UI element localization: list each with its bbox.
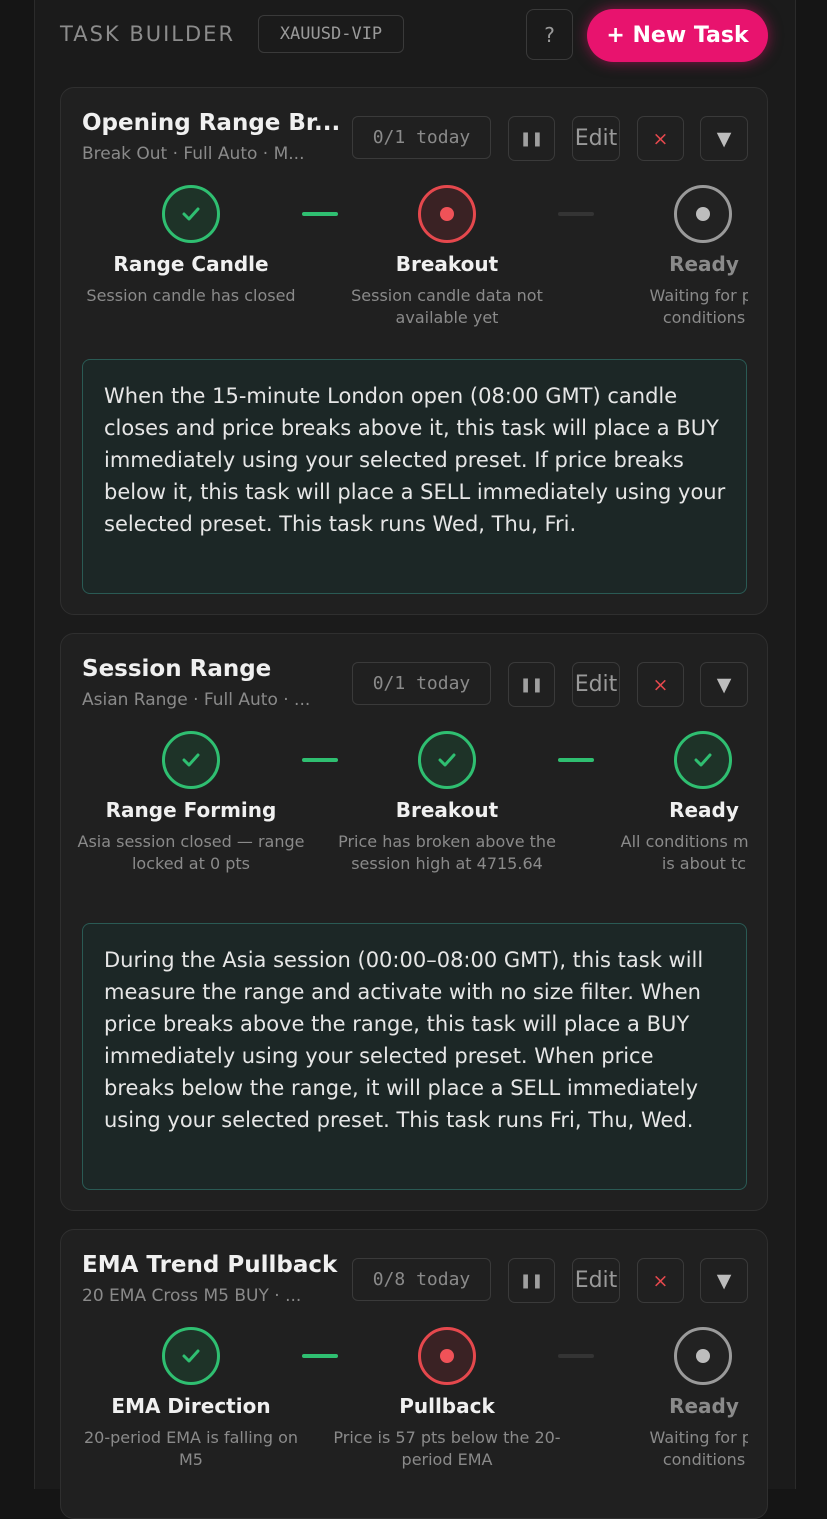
step-description: Session candle has closed — [86, 286, 296, 305]
symbol-badge: XAUUSD-VIP — [258, 15, 404, 53]
step-3-pending-icon — [674, 1327, 732, 1385]
pause-button[interactable]: ❚❚ — [508, 662, 555, 707]
task-subtitle: Break Out · Full Auto · M... — [82, 144, 305, 164]
step-label: Pullback — [399, 1394, 495, 1418]
step-1-check-icon — [162, 185, 220, 243]
task-subtitle: 20 EMA Cross M5 BUY · ... — [82, 1286, 302, 1306]
step-connector — [558, 1354, 594, 1358]
step-1-check-icon — [162, 731, 220, 789]
step-label: Range Candle — [113, 252, 269, 276]
task-subtitle: Asian Range · Full Auto · ... — [82, 690, 311, 710]
step-description: Waiting for pr conditions — [649, 286, 748, 327]
step-3-clip: Ready Waiting for pr conditions — [632, 252, 748, 332]
step-2-active-icon — [418, 1327, 476, 1385]
pause-button[interactable]: ❚❚ — [508, 1258, 555, 1303]
help-button[interactable]: ? — [526, 9, 573, 60]
step-label: Ready — [669, 252, 739, 276]
delete-button[interactable]: × — [637, 1258, 684, 1303]
step-3-check-icon — [674, 731, 732, 789]
step-3-pending-icon — [674, 185, 732, 243]
step-description: Asia session closed — range locked at 0 … — [77, 832, 305, 873]
step-description: Waiting for pr conditions — [649, 1428, 748, 1469]
step-description: Session candle data not available yet — [351, 286, 543, 327]
task-card-session-range: Session Range Asian Range · Full Auto · … — [60, 633, 768, 1211]
delete-button[interactable]: × — [637, 662, 684, 707]
task-card-opening-range: Opening Range Br... Break Out · Full Aut… — [60, 87, 768, 615]
edit-button[interactable]: Edit — [572, 116, 620, 161]
step-label: Breakout — [395, 798, 499, 822]
step-2-active-icon — [418, 185, 476, 243]
header: TASK BUILDER XAUUSD-VIP ? + New Task — [0, 0, 827, 80]
step-connector — [558, 212, 594, 216]
step-3-clip: Ready All conditions m task is about tc — [615, 798, 748, 878]
pause-icon: ❚❚ — [519, 130, 544, 147]
step-description: 20-period EMA is falling on M5 — [83, 1428, 299, 1469]
daily-counter: 0/1 today — [352, 116, 491, 159]
expand-button[interactable]: ▼ — [700, 1258, 748, 1303]
task-description: During the Asia session (00:00–08:00 GMT… — [82, 923, 747, 1190]
step-connector — [302, 758, 338, 762]
pause-button[interactable]: ❚❚ — [508, 116, 555, 161]
pause-icon: ❚❚ — [519, 676, 544, 693]
edit-button[interactable]: Edit — [572, 1258, 620, 1303]
new-task-button[interactable]: + New Task — [587, 9, 768, 62]
step-label: Range Forming — [105, 798, 277, 822]
expand-button[interactable]: ▼ — [700, 662, 748, 707]
task-description: When the 15-minute London open (08:00 GM… — [82, 359, 747, 594]
step-description: Price has broken above the session high … — [338, 832, 556, 873]
delete-button[interactable]: × — [637, 116, 684, 161]
page-title: TASK BUILDER — [60, 22, 236, 46]
step-description: All conditions m task is about tc — [620, 832, 748, 873]
daily-counter: 0/8 today — [352, 1258, 491, 1301]
task-title: Opening Range Br... — [82, 110, 341, 136]
task-card-ema-pullback: EMA Trend Pullback 20 EMA Cross M5 BUY ·… — [60, 1229, 768, 1519]
step-2-check-icon — [418, 731, 476, 789]
pause-icon: ❚❚ — [519, 1272, 544, 1289]
step-connector — [302, 212, 338, 216]
step-connector — [558, 758, 594, 762]
step-3-clip: Ready Waiting for pr conditions — [632, 1394, 748, 1474]
step-description: Price is 57 pts below the 20-period EMA — [333, 1428, 561, 1469]
step-label: Breakout — [395, 252, 499, 276]
edit-button[interactable]: Edit — [572, 662, 620, 707]
task-title: EMA Trend Pullback — [82, 1252, 338, 1278]
task-title: Session Range — [82, 656, 272, 682]
step-label: EMA Direction — [111, 1394, 271, 1418]
expand-button[interactable]: ▼ — [700, 116, 748, 161]
step-1-check-icon — [162, 1327, 220, 1385]
step-label: Ready — [669, 798, 739, 822]
daily-counter: 0/1 today — [352, 662, 491, 705]
step-label: Ready — [669, 1394, 739, 1418]
step-connector — [302, 1354, 338, 1358]
